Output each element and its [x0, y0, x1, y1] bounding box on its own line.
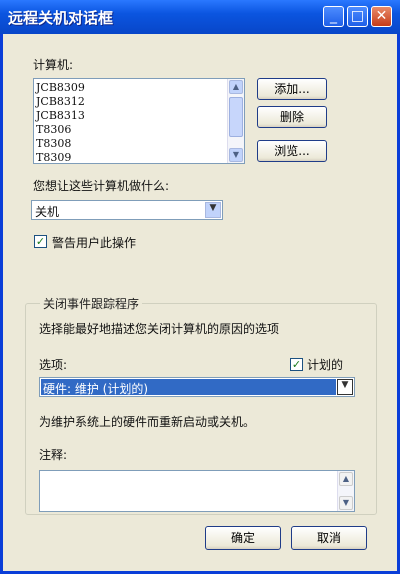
warn-users-checkbox[interactable]: ✓: [34, 235, 47, 248]
comment-scrollbar[interactable]: ▲ ▼: [337, 471, 354, 511]
maximize-button[interactable]: □: [347, 6, 368, 27]
chevron-down-icon[interactable]: ▼: [337, 379, 353, 395]
shutdown-tracker-legend: 关闭事件跟踪程序: [40, 295, 143, 312]
planned-label: 计划的: [307, 358, 344, 372]
action-label: 您想让这些计算机做什么:: [33, 179, 170, 193]
add-button[interactable]: 添加...: [257, 78, 327, 100]
computer-list-scrollbar[interactable]: ▲ ▼: [227, 79, 244, 163]
list-item[interactable]: JCB8313: [36, 109, 85, 123]
ok-button[interactable]: 确定: [205, 526, 281, 550]
browse-button[interactable]: 浏览...: [257, 140, 327, 162]
scroll-up-icon[interactable]: ▲: [339, 472, 353, 486]
action-selected-value: 关机: [35, 205, 60, 219]
computers-label: 计算机:: [33, 58, 74, 72]
scroll-down-icon[interactable]: ▼: [339, 496, 353, 510]
list-item[interactable]: JCB8312: [36, 95, 85, 109]
planned-checkbox[interactable]: ✓: [290, 358, 303, 371]
close-button[interactable]: ✕: [371, 6, 392, 27]
minimize-button[interactable]: _: [323, 6, 344, 27]
maximize-icon: □: [350, 8, 365, 24]
cancel-button[interactable]: 取消: [291, 526, 367, 550]
list-item[interactable]: T8309: [36, 151, 85, 163]
comment-textarea[interactable]: ▲ ▼: [39, 470, 355, 512]
warn-users-label: 警告用户此操作: [52, 236, 137, 250]
remove-button[interactable]: 删除: [257, 106, 327, 128]
options-label: 选项:: [39, 358, 68, 372]
reason-option-select[interactable]: 硬件: 维护 (计划的) ▼: [39, 377, 355, 397]
close-icon: ✕: [375, 8, 388, 24]
chevron-down-icon[interactable]: ▼: [205, 202, 221, 218]
list-item[interactable]: JCB8309: [36, 81, 85, 95]
list-item[interactable]: T8308: [36, 137, 85, 151]
scroll-down-icon[interactable]: ▼: [229, 148, 243, 162]
scroll-up-icon[interactable]: ▲: [229, 80, 243, 94]
minimize-icon: _: [330, 8, 337, 24]
reason-option-value: 硬件: 维护 (计划的): [43, 382, 149, 396]
computer-list-items: JCB8309 JCB8312 JCB8313 T8306 T8308 T830…: [36, 81, 85, 163]
window-title: 远程关机对话框: [8, 9, 114, 27]
title-bar[interactable]: 远程关机对话框 _ □ ✕: [0, 0, 400, 34]
list-item[interactable]: T8306: [36, 123, 85, 137]
computer-list[interactable]: JCB8309 JCB8312 JCB8313 T8306 T8308 T830…: [33, 78, 245, 164]
comment-label: 注释:: [39, 448, 68, 462]
option-description: 为维护系统上的硬件而重新启动或关机。: [39, 415, 256, 429]
remote-shutdown-dialog: 远程关机对话框 _ □ ✕ 计算机: JCB8309 JCB8312 JCB83…: [0, 0, 400, 574]
tracker-description: 选择能最好地描述您关闭计算机的原因的选项: [39, 322, 280, 336]
scroll-thumb[interactable]: [229, 97, 243, 137]
action-select[interactable]: 关机 ▼: [31, 200, 223, 220]
